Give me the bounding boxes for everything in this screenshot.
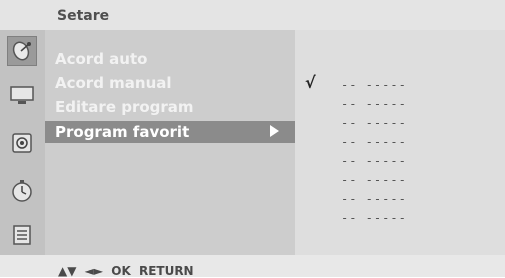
- submenu-arrow-icon: [270, 125, 279, 137]
- favorite-program-list: √ -- ----- -- ----- -- ----- -- ----- --…: [295, 30, 505, 255]
- category-audio[interactable]: [7, 128, 37, 158]
- favorite-slot-5[interactable]: -- -----: [341, 154, 407, 168]
- favorite-slot-4[interactable]: -- -----: [341, 135, 407, 149]
- navigation-hints: ▲▼ ◄► OK RETURN: [58, 264, 194, 278]
- favorite-slot-6[interactable]: -- -----: [341, 173, 407, 187]
- menu-item-editare-program[interactable]: Editare program: [55, 98, 194, 116]
- category-setup[interactable]: [7, 36, 37, 66]
- menu-title: Setare: [57, 8, 110, 24]
- check-mark-icon: √: [305, 73, 316, 92]
- satellite-dish-icon: [12, 41, 31, 61]
- tv-screen-icon: [10, 86, 34, 104]
- clock-icon: [12, 180, 32, 202]
- menu-item-acord-manual[interactable]: Acord manual: [55, 74, 172, 92]
- favorite-slot-7[interactable]: -- -----: [341, 192, 407, 206]
- favorite-slot-8[interactable]: -- -----: [341, 211, 407, 225]
- options-icon: [13, 225, 31, 245]
- category-picture[interactable]: [7, 80, 37, 110]
- menu-item-acord-auto[interactable]: Acord auto: [55, 50, 147, 68]
- category-options[interactable]: [7, 220, 37, 250]
- tv-osd-menu: Setare Acord auto Acord manual Editare p…: [0, 0, 505, 278]
- menu-panel: Acord auto Acord manual Editare program …: [45, 30, 295, 255]
- favorite-slot-1[interactable]: -- -----: [341, 78, 407, 92]
- category-icon-column: [0, 30, 45, 255]
- menu-item-program-favorit[interactable]: Program favorit: [45, 121, 295, 143]
- navigation-hint-bar: ▲▼ ◄► OK RETURN: [0, 255, 505, 278]
- category-time[interactable]: [7, 176, 37, 206]
- menu-header: Setare: [0, 0, 505, 30]
- menu-item-program-favorit-label: Program favorit: [55, 123, 190, 141]
- speaker-icon: [12, 133, 32, 153]
- favorite-slot-3[interactable]: -- -----: [341, 116, 407, 130]
- favorite-slot-2[interactable]: -- -----: [341, 97, 407, 111]
